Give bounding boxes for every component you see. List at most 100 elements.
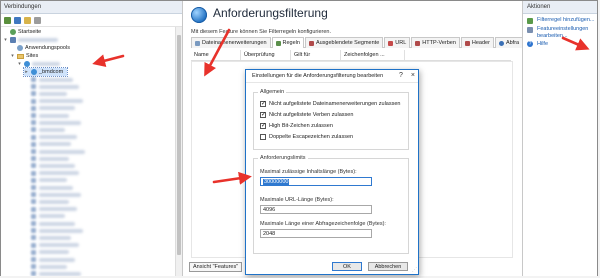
checkbox-unlisted-verbs[interactable]: ✓ xyxy=(260,112,266,118)
redacted-site-icon xyxy=(31,221,36,226)
feature-tabs: Dateinamenerweiterungen Regeln Ausgeblen… xyxy=(191,37,524,48)
up-icon[interactable] xyxy=(24,16,31,24)
edit-settings-dialog: Einstellungen für die Anforderungsfilter… xyxy=(245,69,419,275)
ok-button[interactable]: OK xyxy=(332,262,362,271)
cb-row-high-bit[interactable]: ✓ High Bit-Zeichen zulassen xyxy=(260,123,333,129)
redacted-site-row[interactable] xyxy=(39,221,75,226)
redacted-site-icon xyxy=(31,228,36,234)
redacted-site-row[interactable] xyxy=(39,120,81,125)
tree-scrollbar[interactable] xyxy=(175,27,182,276)
redacted-site-row[interactable] xyxy=(39,192,81,197)
redacted-site-icon xyxy=(31,77,36,82)
redacted-site-row[interactable] xyxy=(39,271,81,276)
checkbox-unlisted-extensions[interactable]: ✓ xyxy=(260,101,266,107)
redacted-site-row[interactable] xyxy=(39,257,75,262)
collapse-icon[interactable]: ▾ xyxy=(10,52,15,60)
tab-icon xyxy=(388,40,394,46)
column-header-applies[interactable]: Gilt für xyxy=(291,50,341,60)
redacted-site-row[interactable] xyxy=(39,84,79,89)
help-link[interactable]: Hilfe xyxy=(537,41,548,48)
page-title: Anforderungsfilterung xyxy=(213,6,328,20)
redacted-site-row[interactable] xyxy=(39,235,71,240)
dialog-help-button[interactable]: ? xyxy=(399,70,403,82)
collapse-icon[interactable]: ▾ xyxy=(3,36,8,44)
redacted-site-row[interactable] xyxy=(39,178,67,183)
redacted-site-row[interactable] xyxy=(39,77,73,82)
connections-toolbar xyxy=(1,14,182,27)
expand-icon[interactable]: ▸ xyxy=(24,68,29,76)
tree-item-app-pools[interactable]: Anwendungspools xyxy=(10,44,70,52)
tree-item-site-parent[interactable]: ▾ xyxy=(17,60,60,68)
url-length-input[interactable]: 4096 xyxy=(260,205,372,214)
dialog-close-button[interactable]: × xyxy=(411,70,415,82)
connections-tree: Startseite ▾ Anwendungspools ▾ Sites ▾ ▸… xyxy=(1,27,182,276)
cb-row-double-escaping[interactable]: Doppelte Escapezeichen zulassen xyxy=(260,134,353,140)
tab-http-verbs[interactable]: HTTP-Verben xyxy=(411,37,460,48)
column-header-strings[interactable]: Zeichenfolgen ... xyxy=(341,50,405,60)
server-icon xyxy=(10,37,16,43)
edit-feature-settings-link[interactable]: Featureeinstellungen bearbeiten... xyxy=(537,26,593,40)
redacted-site-row[interactable] xyxy=(39,127,65,132)
tree-item-start[interactable]: Startseite xyxy=(3,28,41,36)
tab-rules[interactable]: Regeln xyxy=(271,37,304,48)
redacted-site-row[interactable] xyxy=(39,185,73,190)
checkbox-high-bit[interactable]: ✓ xyxy=(260,123,266,129)
query-length-input[interactable]: 2048 xyxy=(260,229,372,238)
redacted-site-icon xyxy=(31,185,36,190)
redacted-site-icon xyxy=(31,127,36,133)
redacted-site-row[interactable] xyxy=(39,243,79,248)
tab-extensions[interactable]: Dateinamenerweiterungen xyxy=(191,37,271,48)
tree-item-server[interactable]: ▾ xyxy=(3,36,58,44)
features-view-button[interactable]: Ansicht "Features" xyxy=(189,262,243,272)
actions-title: Aktionen xyxy=(523,1,597,14)
redacted-site-row[interactable] xyxy=(39,250,69,255)
limits-group: Anforderungslimits Maximal zulässige Inh… xyxy=(253,155,409,254)
redacted-site-row[interactable] xyxy=(39,264,67,269)
column-header-check[interactable]: Überprüfung xyxy=(241,50,291,60)
refresh-icon[interactable] xyxy=(34,16,41,24)
redacted-site-row[interactable] xyxy=(39,199,69,204)
redacted-site-row[interactable] xyxy=(39,142,71,147)
tab-query[interactable]: Abfra xyxy=(494,37,524,48)
cb-row-unlisted-verbs[interactable]: ✓ Nicht aufgelistete Verben zulassen xyxy=(260,112,353,118)
redacted-site-row[interactable] xyxy=(39,149,85,154)
checkbox-double-escaping[interactable] xyxy=(260,134,266,140)
query-length-label: Maximale Länge einer Abfragezeichenfolge… xyxy=(260,221,386,227)
redacted-site-row[interactable] xyxy=(39,113,69,118)
redacted-site-row[interactable] xyxy=(39,228,83,233)
tree-item-selected-site[interactable]: ▸ _bmdcom xyxy=(22,67,69,77)
request-filtering-icon xyxy=(191,7,207,23)
redacted-site-row[interactable] xyxy=(39,91,67,96)
tab-icon xyxy=(415,40,421,46)
redacted-site-row[interactable] xyxy=(39,214,65,219)
connect-icon[interactable] xyxy=(4,16,11,24)
tab-hidden-segments[interactable]: Ausgeblendete Segmente xyxy=(304,37,384,48)
add-filter-rule-link[interactable]: Filterregel hinzufügen... xyxy=(537,17,594,24)
redacted-site-row[interactable] xyxy=(39,99,83,104)
redacted-site-icon xyxy=(31,257,36,262)
site-icon xyxy=(31,69,37,75)
redacted-site-icon xyxy=(31,264,36,270)
tab-icon xyxy=(464,40,470,46)
cancel-button[interactable]: Abbrechen xyxy=(368,262,408,271)
content-length-input[interactable]: 30000000 xyxy=(260,177,372,186)
tree-scrollbar-thumb[interactable] xyxy=(177,35,181,255)
tab-url[interactable]: URL xyxy=(384,37,411,48)
redacted-site-row[interactable] xyxy=(39,135,77,140)
tab-header[interactable]: Header xyxy=(460,37,494,48)
cb-row-unlisted-extensions[interactable]: ✓ Nicht aufgelistete Dateinamenerweiteru… xyxy=(260,101,400,107)
resize-grip-icon[interactable]: ⋰ xyxy=(412,267,417,273)
tab-icon xyxy=(195,40,200,46)
collapse-icon[interactable]: ▾ xyxy=(17,60,22,68)
redacted-site-row[interactable] xyxy=(39,106,75,111)
column-header-name[interactable]: Name xyxy=(191,50,241,60)
redacted-site-row[interactable] xyxy=(39,207,77,212)
redacted-site-row[interactable] xyxy=(39,163,75,168)
tree-item-sites[interactable]: ▾ Sites xyxy=(10,52,38,60)
redacted-site-icon xyxy=(31,163,36,169)
redacted-site-row[interactable] xyxy=(39,156,69,161)
redacted-site-row[interactable] xyxy=(39,171,79,176)
redacted-site-icon xyxy=(31,98,36,104)
redacted-site-icon xyxy=(31,113,36,118)
save-icon[interactable] xyxy=(14,16,21,24)
